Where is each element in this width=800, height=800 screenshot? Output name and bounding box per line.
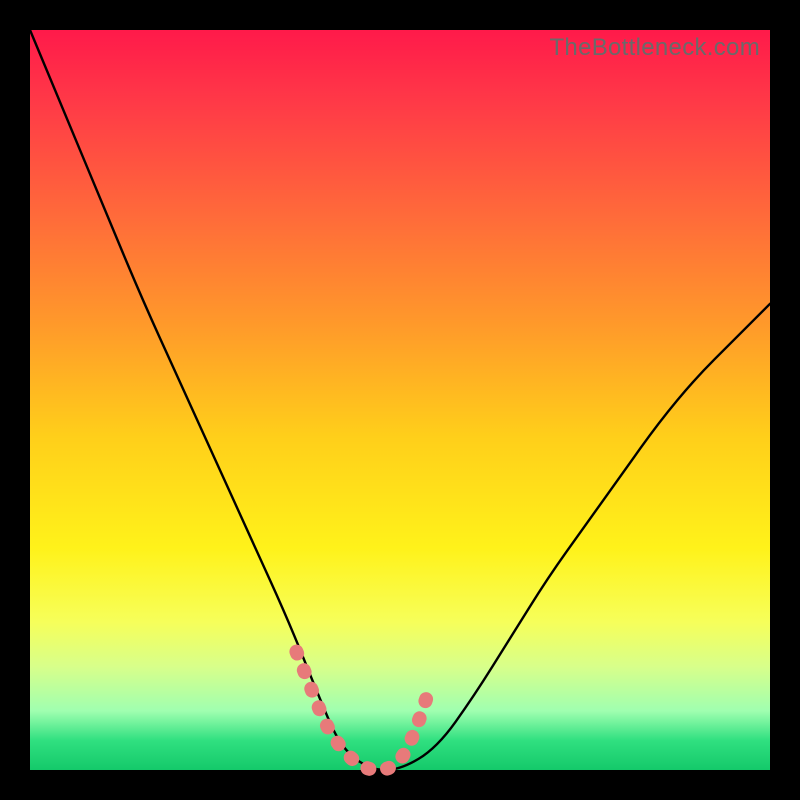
chart-frame: TheBottleneck.com [0, 0, 800, 800]
plot-area: TheBottleneck.com [30, 30, 770, 770]
optimal-range-highlight [296, 652, 429, 770]
bottleneck-curve [30, 30, 770, 770]
chart-svg [30, 30, 770, 770]
